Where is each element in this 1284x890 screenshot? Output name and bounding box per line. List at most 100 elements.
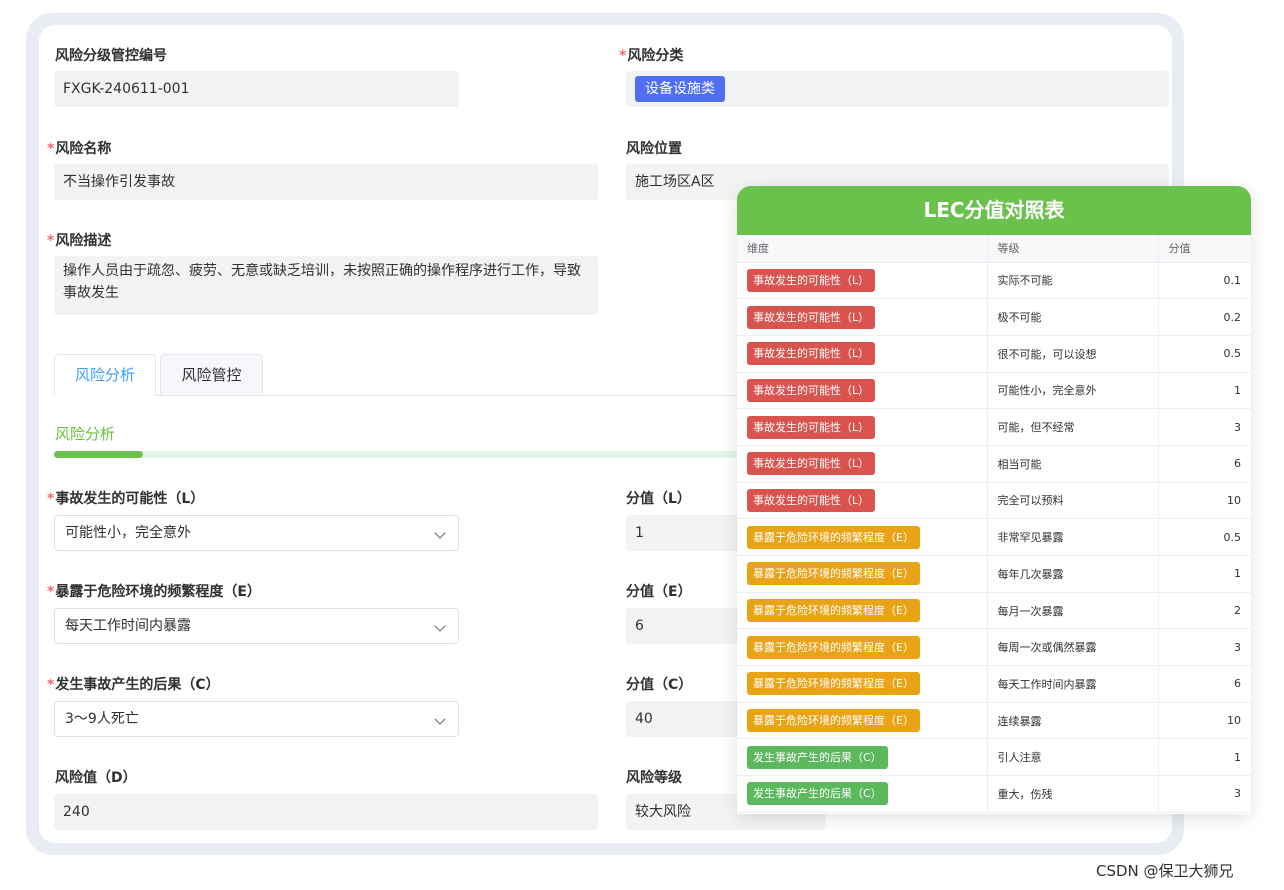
tab-risk-analysis[interactable]: 风险分析 xyxy=(54,354,156,396)
code-field: FXGK-240611-001 xyxy=(54,71,459,107)
score-cell: 3 xyxy=(1158,775,1251,813)
tab-risk-control[interactable]: 风险管控 xyxy=(160,354,263,396)
dimension-cell: 暴露于危险环境的频繁程度（E） xyxy=(737,628,988,667)
name-field[interactable]: 不当操作引发事故 xyxy=(54,164,598,200)
level-cell: 引人注意 xyxy=(987,738,1159,777)
consequence-selected-value: 3～9人死亡 xyxy=(65,711,139,727)
required-mark: * xyxy=(47,584,55,600)
level-cell: 极不可能 xyxy=(987,298,1159,336)
dimension-cell: 发生事故产生的后果（C） xyxy=(737,738,988,777)
table-row: 暴露于危险环境的频繁程度（E） 每年几次暴露 1 xyxy=(737,555,1251,593)
name-label-text: 风险名称 xyxy=(55,141,112,157)
column-header: 分值 xyxy=(1158,235,1251,263)
chevron-down-icon xyxy=(434,620,446,632)
exposure-label: *暴露于危险环境的频繁程度（E） xyxy=(47,581,261,601)
table-row: 暴露于危险环境的频繁程度（E） 每月一次暴露 2 xyxy=(737,592,1251,630)
table-row: 发生事故产生的后果（C） 重大，伤残 3 xyxy=(737,775,1251,813)
table-row: 事故发生的可能性（L） 相当可能 6 xyxy=(737,445,1251,483)
dimension-tag: 事故发生的可能性（L） xyxy=(747,415,876,439)
dimension-cell: 事故发生的可能性（L） xyxy=(737,445,988,483)
likelihood-select[interactable]: 可能性小，完全意外 xyxy=(54,515,459,551)
description-label: *风险描述 xyxy=(47,230,111,250)
dimension-cell: 事故发生的可能性（L） xyxy=(737,298,988,336)
score-cell: 3 xyxy=(1158,628,1251,667)
dimension-tag: 暴露于危险环境的频繁程度（E） xyxy=(747,562,920,586)
score-cell: 0.5 xyxy=(1158,518,1251,556)
dimension-cell: 暴露于危险环境的频繁程度（E） xyxy=(737,702,988,740)
dimension-tag: 事故发生的可能性（L） xyxy=(747,452,876,476)
level-cell: 可能，但不经常 xyxy=(987,408,1159,446)
exposure-score-label: 分值（E） xyxy=(626,584,692,600)
consequence-label: *发生事故产生的后果（C） xyxy=(47,674,220,694)
score-cell: 3 xyxy=(1158,408,1251,446)
table-row: 暴露于危险环境的频繁程度（E） 非常罕见暴露 0.5 xyxy=(737,518,1251,556)
required-mark: * xyxy=(47,141,55,157)
level-cell: 每天工作时间内暴露 xyxy=(987,665,1159,703)
score-cell: 1 xyxy=(1158,738,1251,777)
score-cell: 6 xyxy=(1158,665,1251,703)
required-mark: * xyxy=(47,491,55,507)
dimension-tag: 暴露于危险环境的频繁程度（E） xyxy=(747,525,920,549)
likelihood-selected-value: 可能性小，完全意外 xyxy=(65,525,191,541)
required-mark: * xyxy=(47,677,55,693)
table-row: 发生事故产生的后果（C） 引人注意 1 xyxy=(737,738,1251,777)
consequence-score-label: 分值（C） xyxy=(626,677,693,693)
lec-reference-panel: LEC分值对照表 维度 等级 分值 事故发生的可能性（L） 实际不可能 0.1 事故发… xyxy=(737,186,1251,814)
lec-panel-title: LEC分值对照表 xyxy=(737,186,1251,235)
dimension-cell: 暴露于危险环境的频繁程度（E） xyxy=(737,665,988,703)
category-field[interactable]: 设备设施类 xyxy=(626,71,1169,107)
lec-table-header: 维度 等级 分值 xyxy=(737,235,1251,263)
dimension-tag: 暴露于危险环境的频繁程度（E） xyxy=(747,672,920,696)
risk-value-field: 240 xyxy=(54,794,598,830)
watermark: CSDN @保卫大狮兄 xyxy=(1096,862,1234,880)
dimension-cell: 事故发生的可能性（L） xyxy=(737,335,988,373)
level-cell: 相当可能 xyxy=(987,445,1159,483)
level-cell: 连续暴露 xyxy=(987,702,1159,740)
score-cell: 10 xyxy=(1158,702,1251,740)
level-cell: 每月一次暴露 xyxy=(987,592,1159,630)
consequence-label-text: 发生事故产生的后果（C） xyxy=(55,677,220,693)
table-row: 事故发生的可能性（L） 可能，但不经常 3 xyxy=(737,408,1251,446)
table-row: 暴露于危险环境的频繁程度（E） 每周一次或偶然暴露 3 xyxy=(737,628,1251,667)
dimension-cell: 暴露于危险环境的频繁程度（E） xyxy=(737,518,988,556)
likelihood-label-text: 事故发生的可能性（L） xyxy=(55,491,205,507)
score-cell: 1 xyxy=(1158,372,1251,410)
section-title: 风险分析 xyxy=(55,425,116,443)
dimension-tag: 事故发生的可能性（L） xyxy=(747,342,876,366)
exposure-selected-value: 每天工作时间内暴露 xyxy=(65,618,191,634)
description-label-text: 风险描述 xyxy=(55,233,112,249)
score-cell: 6 xyxy=(1158,445,1251,483)
score-cell: 1 xyxy=(1158,555,1251,593)
dimension-tag: 暴露于危险环境的频繁程度（E） xyxy=(747,599,920,623)
lec-table-body: 事故发生的可能性（L） 实际不可能 0.1 事故发生的可能性（L） 极不可能 0.2 事故发… xyxy=(737,262,1251,813)
table-row: 暴露于危险环境的频繁程度（E） 连续暴露 10 xyxy=(737,702,1251,740)
chevron-down-icon xyxy=(434,713,446,725)
dimension-tag: 事故发生的可能性（L） xyxy=(747,378,876,402)
exposure-select[interactable]: 每天工作时间内暴露 xyxy=(54,608,459,644)
risk-value-label: 风险值（D） xyxy=(55,770,137,786)
dimension-cell: 事故发生的可能性（L） xyxy=(737,408,988,446)
table-row: 事故发生的可能性（L） 极不可能 0.2 xyxy=(737,298,1251,336)
table-row: 暴露于危险环境的频繁程度（E） 每天工作时间内暴露 6 xyxy=(737,665,1251,703)
table-row: 事故发生的可能性（L） 完全可以预料 10 xyxy=(737,482,1251,520)
dimension-cell: 发生事故产生的后果（C） xyxy=(737,775,988,813)
dimension-tag: 暴露于危险环境的频繁程度（E） xyxy=(747,635,920,659)
level-cell: 很不可能，可以设想 xyxy=(987,335,1159,373)
score-cell: 2 xyxy=(1158,592,1251,630)
level-cell: 可能性小，完全意外 xyxy=(987,372,1159,410)
level-cell: 实际不可能 xyxy=(987,262,1159,300)
description-field[interactable]: 操作人员由于疏忽、疲劳、无意或缺乏培训，未按照正确的操作程序进行工作，导致事故发… xyxy=(54,256,598,315)
section-progress-fill xyxy=(54,451,144,458)
risk-level-label: 风险等级 xyxy=(626,770,682,786)
dimension-tag: 暴露于危险环境的频繁程度（E） xyxy=(747,709,920,733)
required-mark: * xyxy=(619,48,627,64)
dimension-cell: 暴露于危险环境的频繁程度（E） xyxy=(737,592,988,630)
location-label: 风险位置 xyxy=(626,141,682,157)
dimension-cell: 事故发生的可能性（L） xyxy=(737,372,988,410)
category-label-text: 风险分类 xyxy=(627,48,684,64)
score-cell: 0.2 xyxy=(1158,298,1251,336)
level-cell: 完全可以预料 xyxy=(987,482,1159,520)
consequence-select[interactable]: 3～9人死亡 xyxy=(54,701,459,737)
column-header: 维度 xyxy=(737,235,988,263)
column-header: 等级 xyxy=(987,235,1159,263)
